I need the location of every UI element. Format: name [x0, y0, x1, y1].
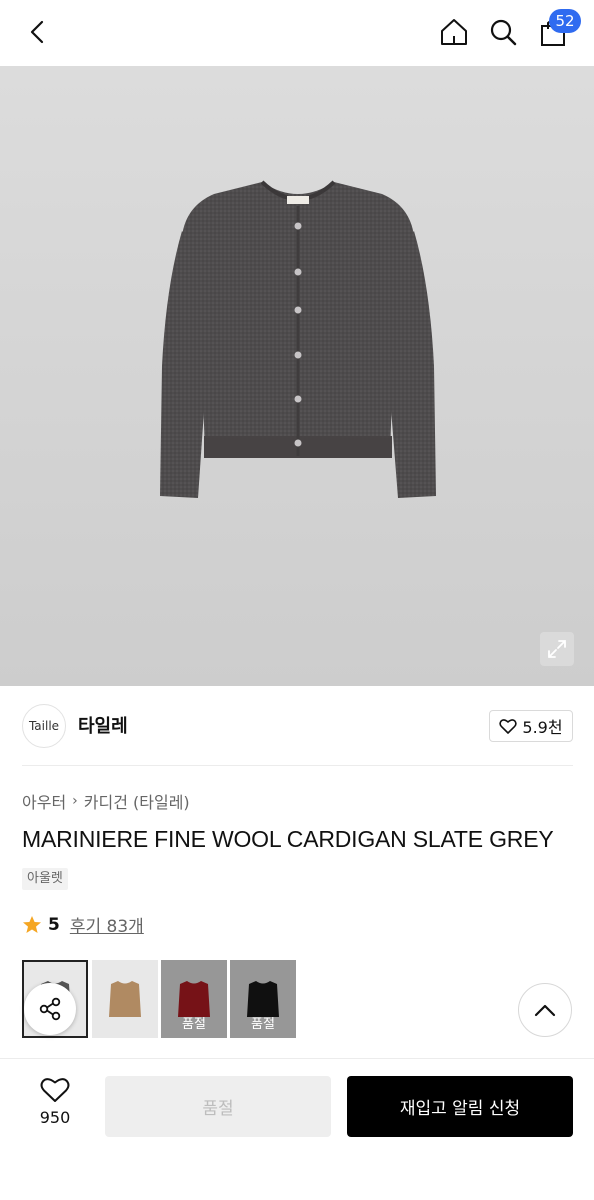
product-image[interactable] [0, 66, 594, 686]
heart-icon [499, 718, 518, 734]
color-swatch-camel[interactable] [92, 960, 158, 1038]
sold-out-label: 품절 [230, 960, 296, 1038]
home-button[interactable] [432, 10, 476, 54]
rating-row: 5 후기 83개 [22, 912, 144, 937]
brand-name[interactable]: 타일레 [78, 712, 128, 738]
expand-icon [548, 640, 566, 658]
share-button[interactable] [24, 983, 76, 1035]
color-swatch-red[interactable]: 품절 [161, 960, 227, 1038]
back-button[interactable] [16, 10, 60, 54]
brand-logo[interactable]: Taille [22, 704, 66, 748]
brand-row: Taille 타일레 5.9천 [0, 686, 594, 766]
wishlist-button[interactable]: 950 [22, 1076, 88, 1136]
divider [22, 765, 573, 766]
product-title: MARINIERE FINE WOOL CARDIGAN SLATE GREY [22, 826, 554, 852]
cardigan-image [160, 180, 436, 498]
color-swatch-black[interactable]: 품절 [230, 960, 296, 1038]
scroll-top-button[interactable] [518, 983, 572, 1037]
cardigan-thumbnail [109, 981, 141, 1017]
brand-like-button[interactable]: 5.9천 [489, 710, 573, 742]
brand-like-count: 5.9천 [522, 718, 563, 737]
star-icon [23, 915, 41, 933]
sold-out-button: 품절 [105, 1076, 331, 1137]
reviews-link[interactable]: 후기 83개 [70, 912, 144, 937]
search-icon [490, 19, 517, 46]
wishlist-count: 950 [39, 1108, 71, 1127]
search-button[interactable] [481, 10, 525, 54]
share-icon [39, 997, 61, 1021]
sold-out-label: 품절 [161, 960, 227, 1038]
heart-icon [40, 1078, 70, 1102]
restock-notify-button[interactable]: 재입고 알림 신청 [347, 1076, 573, 1137]
breadcrumb-item-cardigan[interactable]: 카디건 (타일레) [84, 789, 190, 813]
outlet-tag: 아울렛 [22, 868, 68, 890]
top-navigation-bar: 52 [0, 0, 594, 66]
cart-count-badge: 52 [549, 9, 581, 33]
chevron-up-icon [534, 1004, 556, 1017]
back-arrow-icon [30, 20, 44, 44]
home-icon [441, 19, 467, 45]
breadcrumb: 아우터 › 카디건 (타일레) [22, 789, 190, 813]
rating-score: 5 [48, 914, 60, 935]
expand-image-button[interactable] [540, 632, 574, 666]
breadcrumb-item-outer[interactable]: 아우터 [22, 789, 66, 813]
chevron-right-icon: › [72, 793, 78, 809]
